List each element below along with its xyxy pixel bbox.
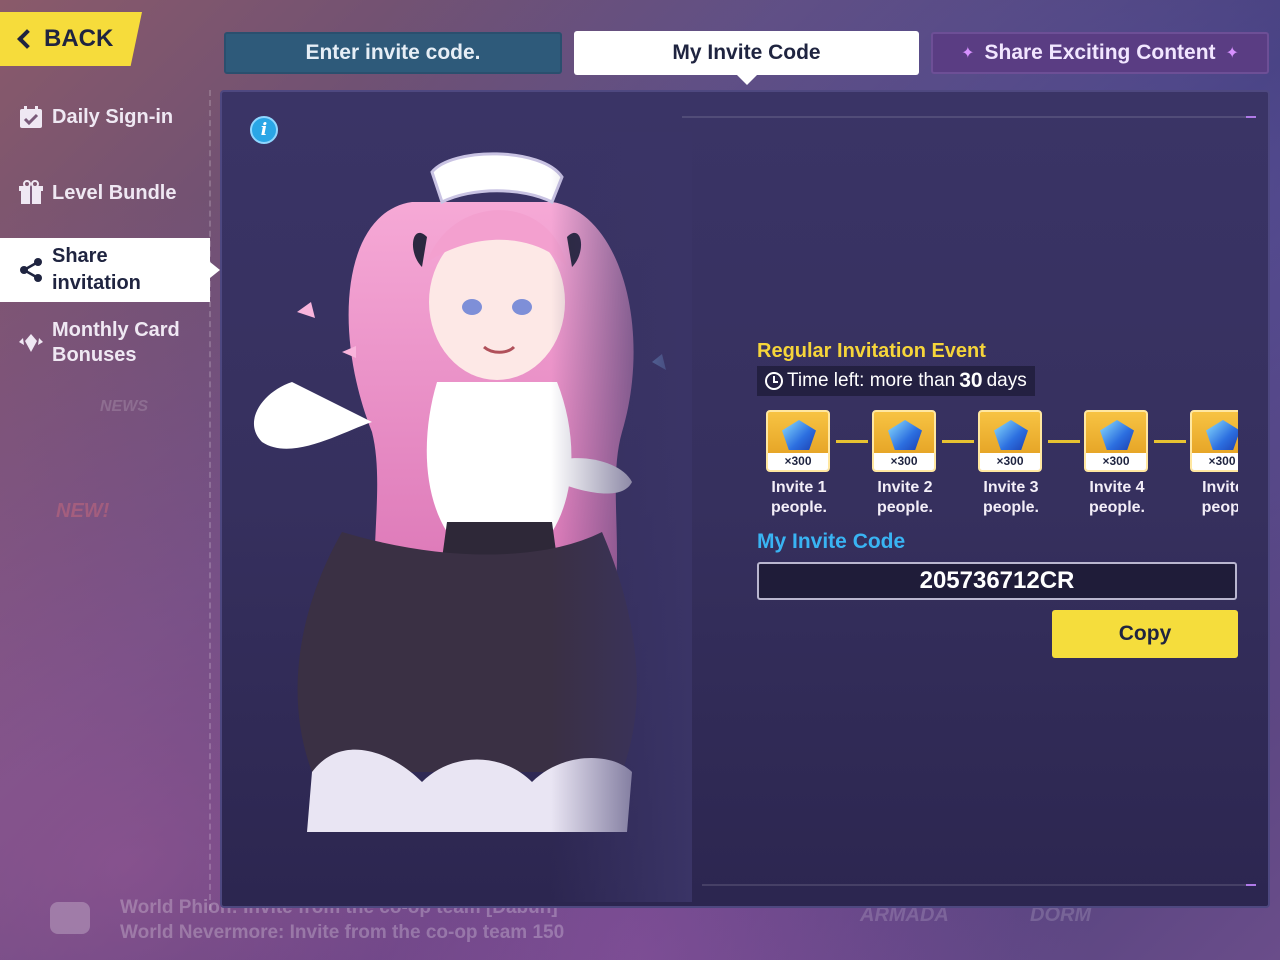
reward-label: Invite 2 people. [872, 478, 938, 518]
invite-code-value: 205736712CR [919, 567, 1075, 594]
copy-label: Copy [1118, 622, 1172, 645]
sidebar-item-label: Monthly Card Bonuses [52, 319, 180, 366]
invite-code-field[interactable]: 205736712CR [757, 562, 1237, 600]
reward-count: 3 [1029, 479, 1039, 496]
crystal-icon [1206, 420, 1238, 450]
panel-decor-line [702, 884, 1252, 886]
crystal-icon [888, 420, 922, 450]
reward-icon: ×300 [872, 410, 936, 472]
panel-decor-dash [1246, 884, 1256, 886]
reward-item[interactable]: ×300 Invite 3 people. [978, 410, 1044, 518]
reward-count: 2 [923, 479, 933, 496]
reward-item[interactable]: ×300 Invite 2 people. [872, 410, 938, 518]
gift-icon [18, 180, 44, 206]
time-left-suffix: days [986, 370, 1027, 391]
tab-my-invite-code[interactable]: My Invite Code [574, 31, 919, 75]
reward-item[interactable]: ×300 Invite 1 people. [766, 410, 832, 518]
crystal-wing-icon [18, 330, 44, 356]
clock-icon [765, 372, 783, 390]
sidebar-item-label: Daily Sign-in [52, 105, 174, 128]
copy-button[interactable]: Copy [1052, 610, 1238, 658]
reward-quantity: ×300 [980, 453, 1040, 470]
tab-label: Share Exciting Content [984, 41, 1216, 64]
sidebar-item-label: Level Bundle [52, 181, 177, 204]
panel-decor-dash [1246, 116, 1256, 118]
crystal-icon [994, 420, 1028, 450]
reward-label-suffix: peopl [1201, 499, 1238, 516]
sidebar-item-label: Share invitation [52, 245, 141, 294]
chevron-left-icon [17, 29, 37, 49]
reward-label-suffix: people. [770, 499, 827, 516]
time-left-badge: Time left: more than 30 days [757, 366, 1035, 396]
sidebar-item-share-invitation[interactable]: Share invitation [0, 238, 220, 302]
reward-label-prefix: Invite [983, 479, 1030, 496]
tab-label: My Invite Code [672, 41, 821, 64]
crystal-icon [1100, 420, 1134, 450]
reward-icon: ×300 [978, 410, 1042, 472]
sparkle-icon: ✦ [1225, 45, 1239, 62]
sidebar-item-monthly-card[interactable]: Monthly Card Bonuses [0, 318, 210, 368]
sidebar-divider [209, 90, 211, 910]
reward-count: 1 [817, 479, 827, 496]
reward-label-suffix: people. [1088, 499, 1145, 516]
panel-decor-line [682, 116, 1252, 118]
calendar-check-icon [18, 104, 44, 130]
milestone-connector [1048, 440, 1080, 443]
reward-label-prefix: Invite [1202, 479, 1238, 496]
reward-item[interactable]: ×300 Invite 4 people. [1084, 410, 1150, 518]
bg-news-text: NEWS [100, 398, 148, 415]
tab-share-exciting-content[interactable]: ✦ Share Exciting Content ✦ [931, 32, 1269, 74]
reward-icon: ×300 [1084, 410, 1148, 472]
chat-icon[interactable] [50, 902, 90, 934]
invite-panel: i Regular Invitation Event Time left: mo… [220, 90, 1270, 908]
milestone-connector [942, 440, 974, 443]
reward-count: 4 [1135, 479, 1145, 496]
reward-icon: ×300 [766, 410, 830, 472]
reward-quantity: ×300 [1192, 453, 1238, 470]
tab-enter-invite-code[interactable]: Enter invite code. [224, 32, 562, 74]
share-icon [18, 257, 44, 283]
reward-label-prefix: Invite [1089, 479, 1136, 496]
tab-label: Enter invite code. [305, 41, 481, 64]
back-label: BACK [44, 25, 114, 52]
reward-label-suffix: people. [982, 499, 1039, 516]
sidebar-item-level-bundle[interactable]: Level Bundle [0, 180, 210, 206]
reward-label: Invite 4 people. [1084, 478, 1150, 518]
milestone-connector [1154, 440, 1186, 443]
sidebar-item-daily-sign-in[interactable]: Daily Sign-in [0, 104, 210, 130]
reward-quantity: ×300 [1086, 453, 1146, 470]
event-title: Regular Invitation Event [757, 340, 986, 362]
reward-label-prefix: Invite [771, 479, 818, 496]
time-left-prefix: Time left: more than [787, 370, 956, 391]
sparkle-icon: ✦ [961, 45, 975, 62]
invite-code-title: My Invite Code [757, 530, 906, 553]
crystal-icon [782, 420, 816, 450]
reward-milestones: ×300 Invite 1 people. ×300 Invite 2 peop… [766, 410, 1238, 520]
reward-label: Invite 1 people. [766, 478, 832, 518]
reward-label: Invite 3 people. [978, 478, 1044, 518]
chat-line: World Nevermore: Invite from the co-op t… [120, 922, 565, 943]
reward-label: Invite peopl [1190, 478, 1238, 518]
reward-label-suffix: people. [876, 499, 933, 516]
reward-icon: ×300 [1190, 410, 1238, 472]
time-left-value: 30 [959, 369, 983, 392]
reward-item[interactable]: ×300 Invite peopl [1190, 410, 1238, 518]
bg-new-text: NEW! [56, 500, 110, 522]
reward-quantity: ×300 [874, 453, 934, 470]
back-button[interactable]: BACK [0, 12, 142, 66]
character-artwork [222, 132, 692, 902]
reward-quantity: ×300 [768, 453, 828, 470]
reward-label-prefix: Invite [877, 479, 924, 496]
milestone-connector [836, 440, 868, 443]
